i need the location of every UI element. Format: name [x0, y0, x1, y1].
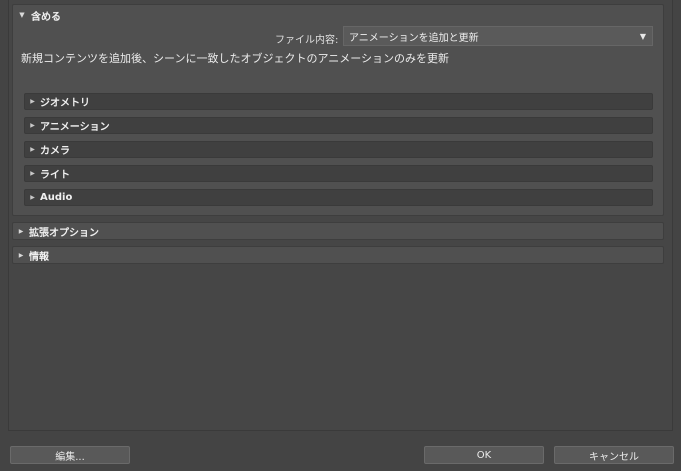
- geometry-title: ジオメトリ: [40, 98, 90, 109]
- description-text: 新規コンテンツを追加後、シーンに一致したオブジェクトのアニメーションのみを更新: [21, 52, 450, 65]
- light-rollout[interactable]: ▶ ライト: [24, 165, 653, 182]
- audio-rollout[interactable]: ▶ Audio: [24, 189, 653, 206]
- include-rollout-header[interactable]: ▼ 含める: [13, 5, 663, 25]
- ok-button[interactable]: OK: [424, 446, 544, 464]
- animation-title: アニメーション: [40, 122, 110, 133]
- cancel-button[interactable]: キャンセル: [554, 446, 674, 464]
- info-title: 情報: [29, 251, 49, 263]
- audio-title: Audio: [40, 192, 73, 203]
- file-content-label: ファイル内容:: [275, 35, 339, 46]
- include-rollout: ▼ 含める ファイル内容: アニメーションを追加と更新 ▼ 新規コンテンツを追加…: [12, 4, 664, 216]
- chevron-down-icon: ▼: [639, 32, 646, 41]
- advanced-options-rollout[interactable]: ▶ 拡張オプション: [12, 222, 664, 240]
- collapsed-arrow-icon: ▶: [30, 146, 35, 153]
- include-title: 含める: [31, 11, 61, 23]
- light-title: ライト: [40, 170, 70, 181]
- camera-title: カメラ: [40, 146, 70, 157]
- collapsed-arrow-icon: ▶: [30, 170, 35, 177]
- collapsed-arrow-icon: ▶: [30, 98, 35, 105]
- geometry-rollout[interactable]: ▶ ジオメトリ: [24, 93, 653, 110]
- collapsed-arrow-icon: ▶: [30, 122, 35, 129]
- info-rollout[interactable]: ▶ 情報: [12, 246, 664, 264]
- advanced-options-title: 拡張オプション: [29, 227, 99, 239]
- collapsed-arrow-icon: ▶: [18, 227, 24, 235]
- edit-button[interactable]: 編集...: [10, 446, 130, 464]
- camera-rollout[interactable]: ▶ カメラ: [24, 141, 653, 158]
- collapsed-arrow-icon: ▶: [18, 251, 24, 259]
- collapsed-arrow-icon: ▶: [30, 194, 35, 201]
- animation-rollout[interactable]: ▶ アニメーション: [24, 117, 653, 134]
- file-content-dropdown[interactable]: アニメーションを追加と更新 ▼: [343, 26, 653, 46]
- expanded-arrow-icon: ▼: [19, 11, 25, 19]
- file-content-value: アニメーションを追加と更新: [349, 32, 479, 44]
